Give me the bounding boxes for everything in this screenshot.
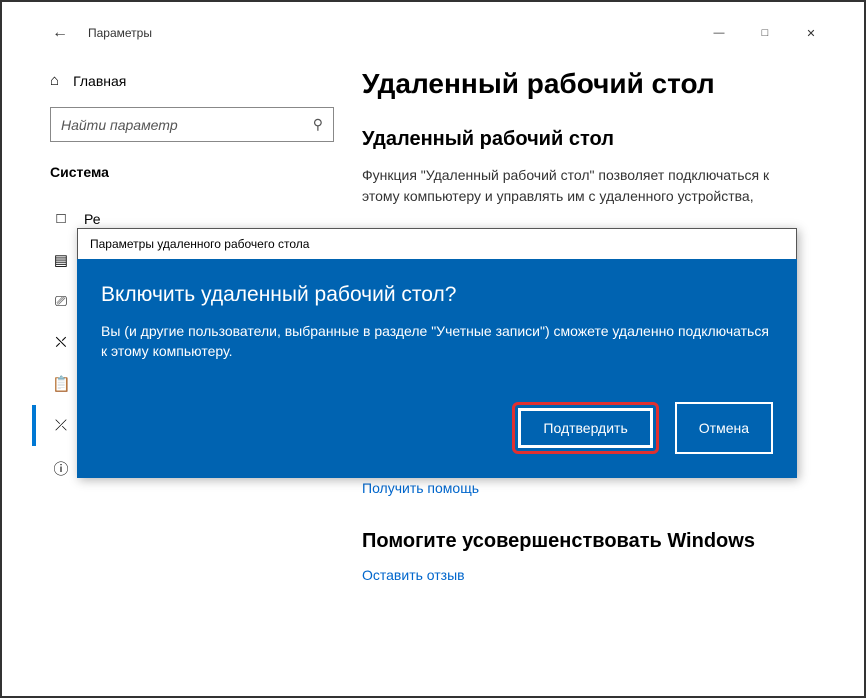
confirm-highlight: Подтвердить [512,402,658,454]
section-header: Система [50,164,334,180]
back-icon[interactable]: ← [52,24,68,42]
dialog-title: Параметры удаленного рабочего стола [77,228,797,259]
dialog-body-text: Вы (и другие пользователи, выбранные в р… [101,321,773,362]
home-label: Главная [73,73,126,89]
search-placeholder: Найти параметр [61,117,178,133]
project-icon: ⎚ [52,293,70,310]
home-icon: ⌂ [50,72,59,89]
remote-icon: ⤫ [52,417,70,434]
info-icon: ⓘ [52,458,70,479]
search-icon: ⚲ [313,116,323,133]
confirm-button[interactable]: Подтвердить [518,408,652,448]
dialog-heading: Включить удаленный рабочий стол? [101,283,773,307]
home-link[interactable]: ⌂ Главная [50,72,334,89]
get-help-link[interactable]: Получить помощь [362,480,804,496]
multitask-icon: ▤ [52,251,70,269]
search-input[interactable]: Найти параметр ⚲ [50,107,334,142]
sidebar-item-label: Ре [84,211,101,227]
maximize-button[interactable]: □ [742,17,788,49]
minimize-button[interactable]: — [696,17,742,49]
confirmation-dialog: Параметры удаленного рабочего стола Вклю… [77,228,797,478]
cancel-button[interactable]: Отмена [675,402,773,454]
feedback-link[interactable]: Оставить отзыв [362,567,804,583]
section-heading: Удаленный рабочий стол [362,128,804,151]
display-icon: □ [52,210,70,227]
clipboard-icon: 📋 [52,375,70,393]
feedback-heading: Помогите усовершенствовать Windows [362,530,804,553]
close-button[interactable]: ✕ [788,17,834,49]
page-title: Удаленный рабочий стол [362,68,804,100]
titlebar: ← Параметры — □ ✕ [32,14,834,52]
description-text: Функция "Удаленный рабочий стол" позволя… [362,165,804,207]
shared-icon: ⛌ [52,334,70,351]
window-title: Параметры [88,26,152,40]
